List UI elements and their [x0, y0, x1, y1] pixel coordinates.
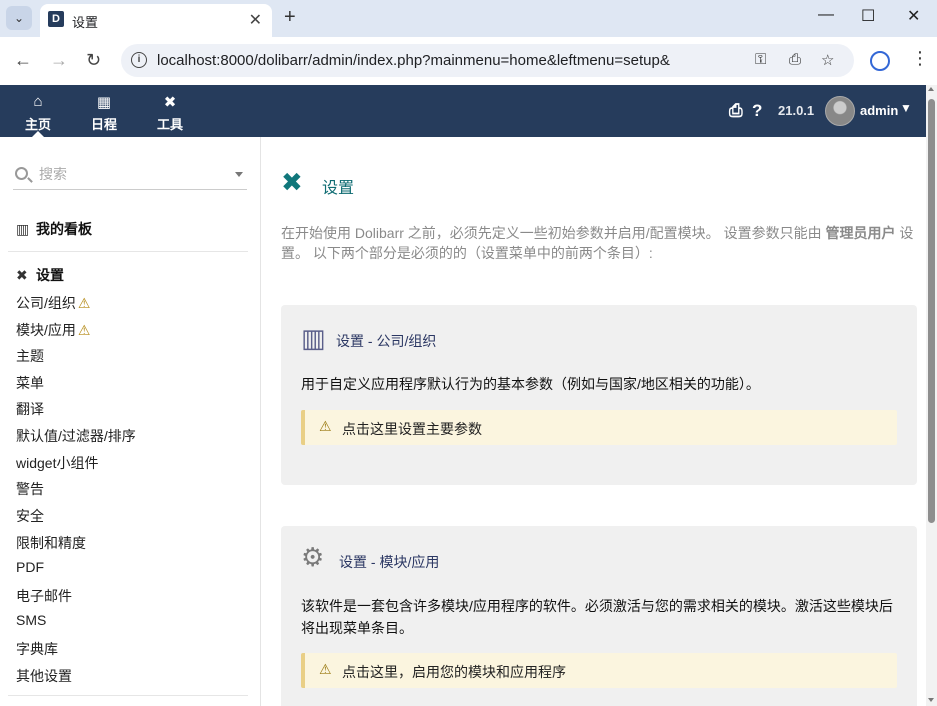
sidebar-setup[interactable]: ✖ 设置 — [16, 265, 64, 285]
intro-text-bold: 管理员用户 — [825, 225, 896, 241]
sidebar-item-dictionaries[interactable]: 字典库 — [16, 639, 58, 659]
card-title: 设置 - 公司/组织 — [336, 333, 437, 349]
setup-company-card: ▥ 设置 - 公司/组织 用于自定义应用程序默认行为的基本参数（例如与国家/地区… — [281, 305, 917, 485]
sidebar-item-widgets[interactable]: widget小组件 — [16, 453, 98, 473]
calendar-icon: ▦ — [96, 94, 112, 111]
back-icon[interactable]: ← — [14, 50, 32, 71]
warning-icon: ⚠ — [319, 661, 332, 677]
card-description: 用于自定义应用程序默认行为的基本参数（例如与国家/地区相关的功能）。 — [301, 376, 760, 392]
sidebar-item-label: 模块/应用 — [16, 322, 76, 338]
page-title: 设置 — [322, 180, 355, 197]
intro-text-part: 在开始使用 Dolibarr 之前，必须先定义一些初始参数并启用/配置模块。 设… — [281, 225, 826, 241]
username[interactable]: admin — [860, 103, 898, 118]
dashboard-chart-icon: ▥ — [16, 221, 30, 237]
topmenu-tools-label: 工具 — [156, 117, 183, 132]
sidebar-item-other[interactable]: 其他设置 — [16, 666, 72, 686]
tab-title: 设置 — [72, 15, 99, 30]
topmenu-home[interactable]: ⌂ 主页 — [20, 85, 56, 137]
url-text[interactable]: localhost:8000/dolibarr/admin/index.php?… — [157, 52, 670, 69]
intro-text: 在开始使用 Dolibarr 之前，必须先定义一些初始参数并启用/配置模块。 设… — [281, 223, 916, 263]
dolibarr-favicon: D — [48, 11, 64, 27]
reload-icon[interactable]: ↻ — [86, 50, 101, 71]
home-icon: ⌂ — [33, 93, 43, 110]
install-app-icon[interactable]: ⎙ — [789, 51, 801, 68]
card-title: 设置 - 模块/应用 — [339, 554, 440, 570]
address-bar-row: ← → ↻ i localhost:8000/dolibarr/admin/in… — [0, 37, 937, 85]
site-info-icon[interactable]: i — [131, 52, 147, 68]
scroll-down-arrow-icon[interactable] — [928, 698, 934, 702]
search-icon — [15, 167, 28, 180]
minimize-icon[interactable]: — — [818, 6, 834, 24]
window-close-icon[interactable]: ✕ — [907, 6, 920, 26]
scrollbar-thumb[interactable] — [928, 99, 935, 523]
card-description: 该软件是一套包含许多模块/应用程序的软件。必须激活与您的需求相关的模块。激活这些… — [301, 598, 893, 636]
browser-tab[interactable]: D 设置 ✕ — [40, 4, 272, 37]
topmenu-home-label: 主页 — [24, 117, 51, 132]
sidebar-item-translation[interactable]: 翻译 — [16, 399, 44, 419]
sidebar-item-modules[interactable]: 模块/应用 ⚠ — [16, 320, 90, 340]
sidebar-divider — [8, 695, 248, 696]
password-key-icon[interactable]: ⚿ — [755, 51, 766, 68]
maximize-icon[interactable]: ☐ — [861, 6, 875, 26]
sidebar-divider — [8, 251, 248, 252]
main-content: ✖ 设置 在开始使用 Dolibarr 之前，必须先定义一些初始参数并启用/配置… — [261, 137, 926, 706]
sidebar-setup-label: 设置 — [36, 267, 64, 283]
profile-icon[interactable] — [870, 51, 890, 71]
forward-icon[interactable]: → — [50, 50, 68, 71]
card-link-label: 点击这里设置主要参数 — [342, 421, 482, 437]
tab-search-chevron-icon[interactable]: ⌄ — [6, 6, 32, 30]
setup-modules-link[interactable]: ⚠ 点击这里，启用您的模块和应用程序 — [301, 653, 897, 688]
sidebar-item-menus[interactable]: 菜单 — [16, 373, 44, 393]
warning-icon: ⚠ — [77, 295, 91, 311]
print-icon[interactable]: ⎙ — [729, 101, 743, 121]
browser-menu-icon[interactable]: ⋮ — [911, 48, 929, 69]
sidebar-item-email[interactable]: 电子邮件 — [16, 586, 72, 606]
sidebar-item-limits[interactable]: 限制和精度 — [16, 533, 86, 553]
new-tab-icon[interactable]: + — [284, 6, 296, 29]
browser-tab-bar: ⌄ D 设置 ✕ + — ☐ ✕ — [0, 0, 937, 37]
version-label: 21.0.1 — [778, 103, 815, 118]
setup-company-link[interactable]: ⚠ 点击这里设置主要参数 — [301, 410, 897, 445]
url-field[interactable]: i localhost:8000/dolibarr/admin/index.ph… — [121, 44, 854, 77]
topmenu-agenda[interactable]: ▦ 日程 — [86, 85, 122, 137]
sidebar-item-label: 公司/组织 — [16, 295, 76, 311]
topmenu-agenda-label: 日程 — [90, 117, 117, 132]
help-icon[interactable]: ? — [752, 101, 762, 121]
tab-close-icon[interactable]: ✕ — [249, 10, 262, 30]
sidebar-dashboard[interactable]: ▥ 我的看板 — [16, 219, 92, 239]
sidebar-item-company[interactable]: 公司/组织 ⚠ — [16, 293, 90, 313]
card-link-label: 点击这里，启用您的模块和应用程序 — [342, 664, 566, 680]
tools-icon: ✖ — [163, 94, 177, 111]
topmenu-tools[interactable]: ✖ 工具 — [152, 85, 188, 137]
scroll-up-arrow-icon[interactable] — [928, 87, 934, 91]
sidebar-item-defaults[interactable]: 默认值/过滤器/排序 — [16, 426, 136, 446]
bookmark-star-icon[interactable]: ☆ — [821, 51, 834, 69]
warning-icon: ⚠ — [319, 418, 332, 434]
search-dropdown-caret-icon[interactable] — [235, 172, 243, 177]
page-scrollbar[interactable] — [926, 85, 937, 706]
setup-modules-card: ⚙ 设置 - 模块/应用 该软件是一套包含许多模块/应用程序的软件。必须激活与您… — [281, 526, 917, 706]
tools-icon: ✖ — [16, 267, 28, 283]
left-menu: ▥ 我的看板 ✖ 设置 公司/组织⚠ 模块/应用⚠ 主题 菜单 翻译 默认值/过滤器… — [0, 137, 261, 706]
chevron-down-icon[interactable]: ▼ — [900, 101, 912, 115]
sidebar-item-theme[interactable]: 主题 — [16, 346, 44, 366]
sidebar-item-pdf[interactable]: PDF — [16, 559, 44, 575]
warning-icon: ⚠ — [77, 322, 91, 338]
tools-icon: ✖ — [281, 167, 303, 197]
search-box[interactable] — [13, 164, 247, 190]
app-header: ⌂ 主页 ▦ 日程 ✖ 工具 ⎙ ? 21.0.1 admin ▼ — [0, 85, 937, 137]
sidebar-dashboard-label: 我的看板 — [36, 221, 92, 237]
avatar[interactable] — [825, 96, 855, 126]
sidebar-item-alerts[interactable]: 警告 — [16, 479, 44, 499]
sidebar-item-security[interactable]: 安全 — [16, 506, 44, 526]
search-input[interactable] — [39, 166, 219, 182]
sidebar-item-sms[interactable]: SMS — [16, 612, 46, 628]
building-icon: ▥ — [301, 323, 326, 353]
gear-icon: ⚙ — [301, 542, 325, 572]
